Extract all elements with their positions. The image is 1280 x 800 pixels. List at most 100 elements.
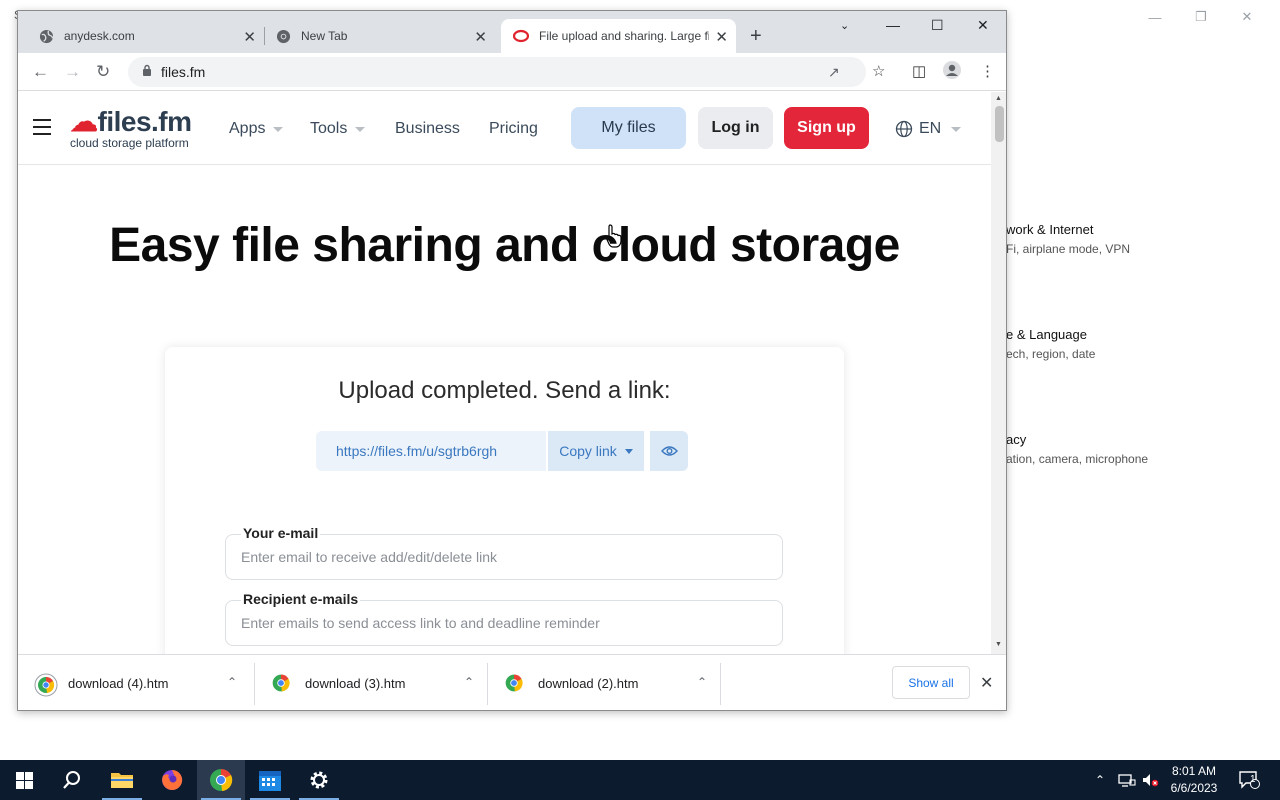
your-email-input[interactable] <box>226 535 782 579</box>
minimize-icon[interactable]: — <box>1132 6 1178 28</box>
taskbar-clock[interactable]: 8:01 AM 6/6/2023 <box>1160 763 1228 797</box>
logo-wordmark: ☁files.fm <box>70 108 192 136</box>
nav-business[interactable]: Business <box>395 120 460 138</box>
caret-down-icon <box>355 126 366 132</box>
globe-icon <box>895 120 913 138</box>
lock-icon[interactable] <box>142 64 152 82</box>
network-icon[interactable] <box>1118 760 1136 800</box>
minimize-icon[interactable]: — <box>886 17 900 33</box>
windows-taskbar: ⌃ 8:01 AM 6/6/2023 1 <box>0 760 1280 800</box>
download-bar: download (4).htm ⌃ download (3).htm ⌃ do… <box>18 654 1006 710</box>
language-selector[interactable]: EN <box>895 120 962 138</box>
preview-eye-button[interactable] <box>650 431 688 471</box>
page-scrollbar[interactable]: ▲ ▼ <box>991 92 1006 654</box>
address-bar[interactable]: files.fm ↗ <box>128 57 866 87</box>
restore-icon[interactable]: ❐ <box>1178 6 1224 28</box>
filesfm-logo[interactable]: ☁files.fm cloud storage platform <box>70 108 192 151</box>
chevron-up-icon[interactable]: ⌃ <box>227 675 237 689</box>
search-button[interactable] <box>48 760 96 800</box>
close-tab-icon[interactable]: ✕ <box>474 28 487 46</box>
back-icon[interactable]: ← <box>32 62 49 82</box>
copy-link-button[interactable]: Copy link <box>548 431 644 471</box>
language-label: EN <box>919 120 942 137</box>
tab-strip: anydesk.com ✕ New Tab ✕ File upload and … <box>18 11 1006 53</box>
tab-title: anydesk.com <box>64 29 135 43</box>
login-button[interactable]: Log in <box>698 107 773 149</box>
settings-item-privacy[interactable]: acy ation, camera, microphone <box>1006 432 1148 466</box>
chevron-up-icon[interactable]: ⌃ <box>697 675 707 689</box>
tab-title: File upload and sharing. Large fil <box>539 29 709 43</box>
maximize-icon[interactable]: ☐ <box>931 17 944 34</box>
settings-item-network[interactable]: work & Internet Fi, airplane mode, VPN <box>1006 222 1130 256</box>
scroll-thumb[interactable] <box>995 106 1004 142</box>
firefox-icon <box>160 768 184 792</box>
profile-avatar-icon[interactable] <box>942 60 962 84</box>
taskbar-file-explorer[interactable] <box>98 760 146 800</box>
menu-kebab-icon[interactable]: ⋮ <box>980 62 995 80</box>
nav-business-label: Business <box>395 120 460 137</box>
signup-button[interactable]: Sign up <box>784 107 869 149</box>
scroll-down-icon[interactable]: ▼ <box>995 641 1002 648</box>
download-item[interactable]: download (4).htm ⌃ <box>18 655 251 710</box>
volume-muted-icon[interactable] <box>1142 760 1160 800</box>
chrome-file-icon <box>34 673 58 696</box>
close-icon[interactable]: ✕ <box>1224 6 1270 28</box>
upload-complete-card: Upload completed. Send a link: https://f… <box>165 347 844 654</box>
chrome-icon <box>209 768 233 792</box>
caret-down-icon <box>624 448 633 454</box>
taskbar-chrome[interactable] <box>197 760 245 800</box>
taskbar-firefox[interactable] <box>148 760 196 800</box>
chrome-file-icon <box>271 673 293 695</box>
download-filename: download (3).htm <box>305 676 406 691</box>
tray-chevron-up-icon[interactable]: ⌃ <box>1095 760 1105 800</box>
download-item[interactable]: download (3).htm ⌃ <box>255 655 488 710</box>
caret-down-icon <box>951 126 962 132</box>
download-item[interactable]: download (2).htm ⌃ <box>488 655 721 710</box>
nav-tools-label: Tools <box>310 120 348 137</box>
taskbar-calendar[interactable] <box>246 760 294 800</box>
web-page: ☁files.fm cloud storage platform Apps To… <box>18 92 991 654</box>
side-panel-icon[interactable]: ◫ <box>912 62 926 80</box>
clock-date: 6/6/2023 <box>1170 781 1218 795</box>
scroll-up-icon[interactable]: ▲ <box>995 95 1002 102</box>
chevron-up-icon[interactable]: ⌃ <box>464 675 474 689</box>
reload-icon[interactable]: ↻ <box>96 62 110 82</box>
settings-item-desc: ation, camera, microphone <box>1006 452 1149 466</box>
share-link[interactable]: https://files.fm/u/sgtrb6rgh <box>316 431 546 471</box>
settings-item-language[interactable]: e & Language ech, region, date <box>1006 327 1095 361</box>
start-button[interactable] <box>0 760 48 800</box>
search-icon <box>62 770 82 790</box>
nav-apps[interactable]: Apps <box>229 120 284 138</box>
new-tab-icon[interactable]: + <box>750 25 762 48</box>
taskbar-settings[interactable] <box>295 760 343 800</box>
show-all-downloads-button[interactable]: Show all <box>892 666 970 699</box>
recipient-emails-input[interactable] <box>226 601 782 645</box>
tab-anydesk[interactable]: anydesk.com ✕ <box>18 19 264 53</box>
share-icon[interactable]: ↗ <box>828 64 840 81</box>
my-files-button[interactable]: My files <box>571 107 686 149</box>
your-email-label: Your e-mail <box>241 525 321 541</box>
nav-tools[interactable]: Tools <box>310 120 366 138</box>
settings-item-title: e & Language <box>1006 327 1087 342</box>
hamburger-menu-icon[interactable] <box>33 119 51 140</box>
eye-icon <box>660 445 678 457</box>
close-tab-icon[interactable]: ✕ <box>715 28 728 46</box>
logo-text-files: files <box>97 106 152 137</box>
folder-icon <box>110 770 134 790</box>
close-download-bar-icon[interactable]: ✕ <box>980 673 993 693</box>
browser-window: anydesk.com ✕ New Tab ✕ File upload and … <box>17 10 1007 711</box>
caret-down-icon <box>273 126 284 132</box>
download-filename: download (4).htm <box>68 676 169 691</box>
logo-subtitle: cloud storage platform <box>70 136 189 150</box>
bookmark-star-icon[interactable]: ☆ <box>872 62 885 80</box>
notification-center-icon[interactable]: 1 <box>1238 760 1260 800</box>
nav-pricing[interactable]: Pricing <box>489 120 538 138</box>
forward-icon[interactable]: → <box>64 62 81 82</box>
chrome-file-icon <box>504 673 526 695</box>
tab-filesfm[interactable]: File upload and sharing. Large fil ✕ <box>501 19 736 53</box>
tab-search-icon[interactable]: ⌄ <box>840 19 849 32</box>
settings-item-desc: ech, region, date <box>1006 347 1096 361</box>
tab-new-tab[interactable]: New Tab ✕ <box>255 19 495 53</box>
notification-count: 1 <box>1250 774 1256 785</box>
close-icon[interactable]: ✕ <box>977 17 989 34</box>
